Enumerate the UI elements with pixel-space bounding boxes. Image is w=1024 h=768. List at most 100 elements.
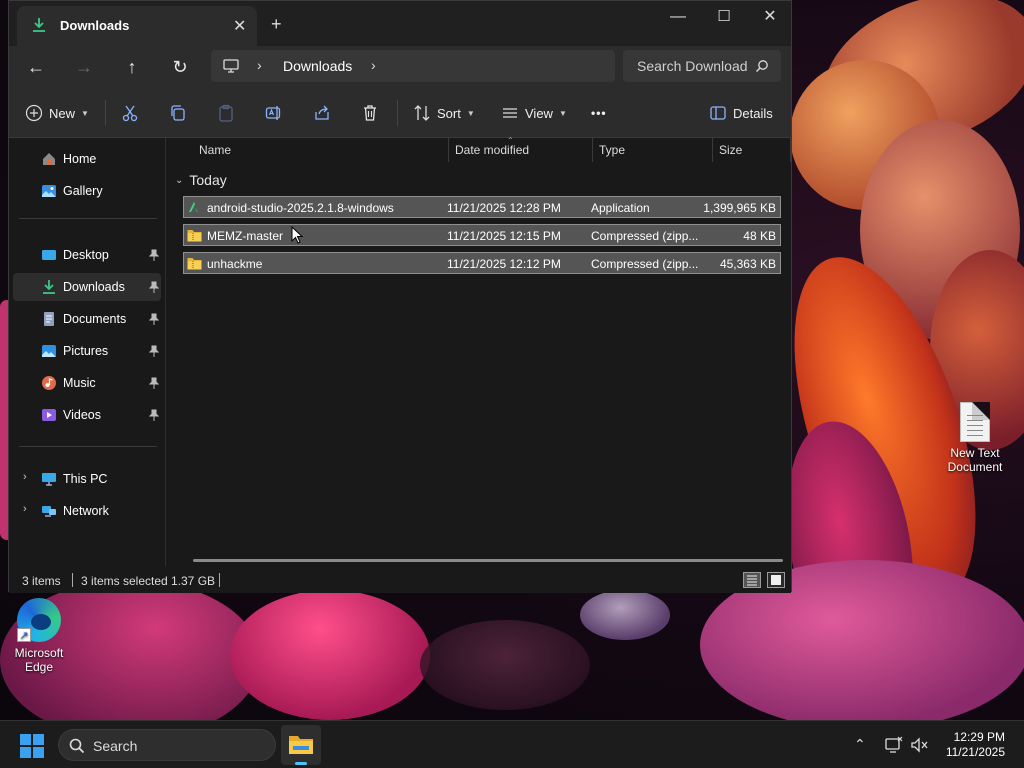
status-bar: 3 items 3 items selected 1.37 GB [9,567,791,593]
tab-downloads[interactable]: Downloads ✕ [17,6,257,46]
new-button[interactable]: New ▼ [25,102,89,124]
column-header-size[interactable]: Size [713,138,791,162]
nav-item-gallery[interactable]: Gallery [13,177,161,205]
chevron-right-icon[interactable]: › [23,471,27,483]
nav-item-network[interactable]: › Network [13,497,161,525]
column-header-name[interactable]: Name [193,138,449,162]
view-label: View [525,105,553,121]
chevron-up-icon[interactable]: ⌃ [854,736,872,754]
file-type: Compressed (zipp... [591,257,699,271]
details-view-icon [747,575,757,586]
close-tab-icon[interactable]: ✕ [233,16,246,36]
scissors-icon [122,105,138,122]
search-input[interactable] [637,56,747,76]
horizontal-scrollbar[interactable] [193,559,783,562]
table-row[interactable]: unhackme 11/21/2025 12:12 PM Compressed (z… [183,252,781,274]
chevron-right-icon[interactable]: › [257,57,262,73]
pin-icon[interactable] [149,249,159,261]
forward-arrow-icon[interactable]: → [71,54,97,80]
nav-item-home[interactable]: Home [13,145,161,173]
details-label: Details [733,105,773,121]
chevron-down-icon: ▼ [466,108,475,118]
desktop-icon-microsoft-edge[interactable]: ↗ Microsoft Edge [4,598,74,674]
rename-button[interactable] [265,102,283,124]
pin-icon[interactable] [149,281,159,293]
chevron-right-icon[interactable]: › [23,503,27,515]
android-studio-icon [189,202,199,212]
chevron-down-icon: ▼ [558,108,567,118]
tab-title: Downloads [60,18,130,33]
selected-size: 1.37 GB [171,574,216,588]
desktop-icon-new-text-document[interactable]: New Text Document [940,402,1010,474]
column-header-type[interactable]: Type [593,138,713,162]
column-header-date-modified[interactable]: Date modified [449,138,593,162]
tiles-view-toggle[interactable] [767,572,785,588]
search-box[interactable] [623,50,781,82]
pin-icon[interactable] [149,409,159,421]
pictures-icon [42,345,56,357]
close-window-button[interactable]: ✕ [747,7,793,27]
music-icon [42,376,56,390]
nav-item-this-pc[interactable]: › This PC [13,465,161,493]
more-options-button[interactable]: ••• [591,102,607,124]
share-icon [315,105,329,120]
back-arrow-icon[interactable]: ← [23,54,49,80]
file-name: unhackme [207,257,263,271]
file-explorer-icon [289,736,313,754]
table-row[interactable]: android-studio-2025.2.1.8-windows 11/21/2… [183,196,781,218]
breadcrumb-downloads[interactable]: Downloads [283,58,352,74]
refresh-icon[interactable]: ↻ [167,54,193,80]
view-button[interactable]: View ▼ [501,102,567,124]
cut-button[interactable] [121,102,139,124]
desktop-icon-label: Document [947,460,1003,474]
maximize-button[interactable]: ☐ [701,7,747,27]
sort-button[interactable]: Sort ▼ [413,102,475,124]
plus-circle-icon [25,104,43,122]
chevron-down-icon: ⌄ [175,174,184,186]
breadcrumb[interactable]: › Downloads › [211,50,615,82]
up-arrow-icon[interactable]: ↑ [119,54,145,80]
mouse-cursor-icon [291,226,303,244]
nav-item-documents[interactable]: Documents [13,305,161,333]
delete-button[interactable] [361,102,379,124]
system-clock[interactable]: 12:29 PM 11/21/2025 [946,730,1005,760]
clock-date: 11/21/2025 [945,745,1005,759]
details-pane-icon [710,106,726,120]
pin-icon[interactable] [149,345,159,357]
details-view-toggle[interactable] [743,572,761,588]
share-button[interactable] [313,102,331,124]
chevron-right-icon[interactable]: › [371,57,376,73]
file-date-modified: 11/21/2025 12:28 PM [447,201,561,215]
copy-button[interactable] [169,102,187,124]
desktop-icon-label: New Text [950,446,1000,460]
nav-item-downloads[interactable]: Downloads [13,273,161,301]
new-tab-button[interactable]: + [271,14,282,35]
paste-button[interactable] [217,102,235,124]
group-header-today[interactable]: ⌄ Today [175,172,227,188]
start-button[interactable] [20,734,44,758]
pin-icon[interactable] [149,313,159,325]
nav-item-videos[interactable]: Videos [13,401,161,429]
table-row[interactable]: MEMZ-master 11/21/2025 12:15 PM Compressed… [183,224,781,246]
volume-muted-icon[interactable] [910,736,928,754]
item-count: 3 items [22,574,61,588]
minimize-button[interactable]: — [655,7,701,27]
nav-item-pictures[interactable]: Pictures [13,337,161,365]
rename-icon [265,106,281,120]
taskbar-file-explorer[interactable] [281,725,321,765]
details-button[interactable]: Details [709,102,773,124]
group-label: Today [189,172,227,188]
videos-icon [42,409,56,421]
tiles-view-icon [771,575,781,585]
taskbar-search[interactable]: Search [58,729,276,761]
network-status-icon[interactable] [885,736,903,754]
gallery-icon [42,185,56,197]
nav-item-music[interactable]: Music [13,369,161,397]
more-icon: ••• [591,106,607,120]
nav-item-desktop[interactable]: Desktop [13,241,161,269]
nav-label: Network [63,504,109,518]
selected-count: 3 items selected [81,574,168,588]
nav-label: This PC [63,472,108,486]
search-icon[interactable] [755,59,769,73]
pin-icon[interactable] [149,377,159,389]
